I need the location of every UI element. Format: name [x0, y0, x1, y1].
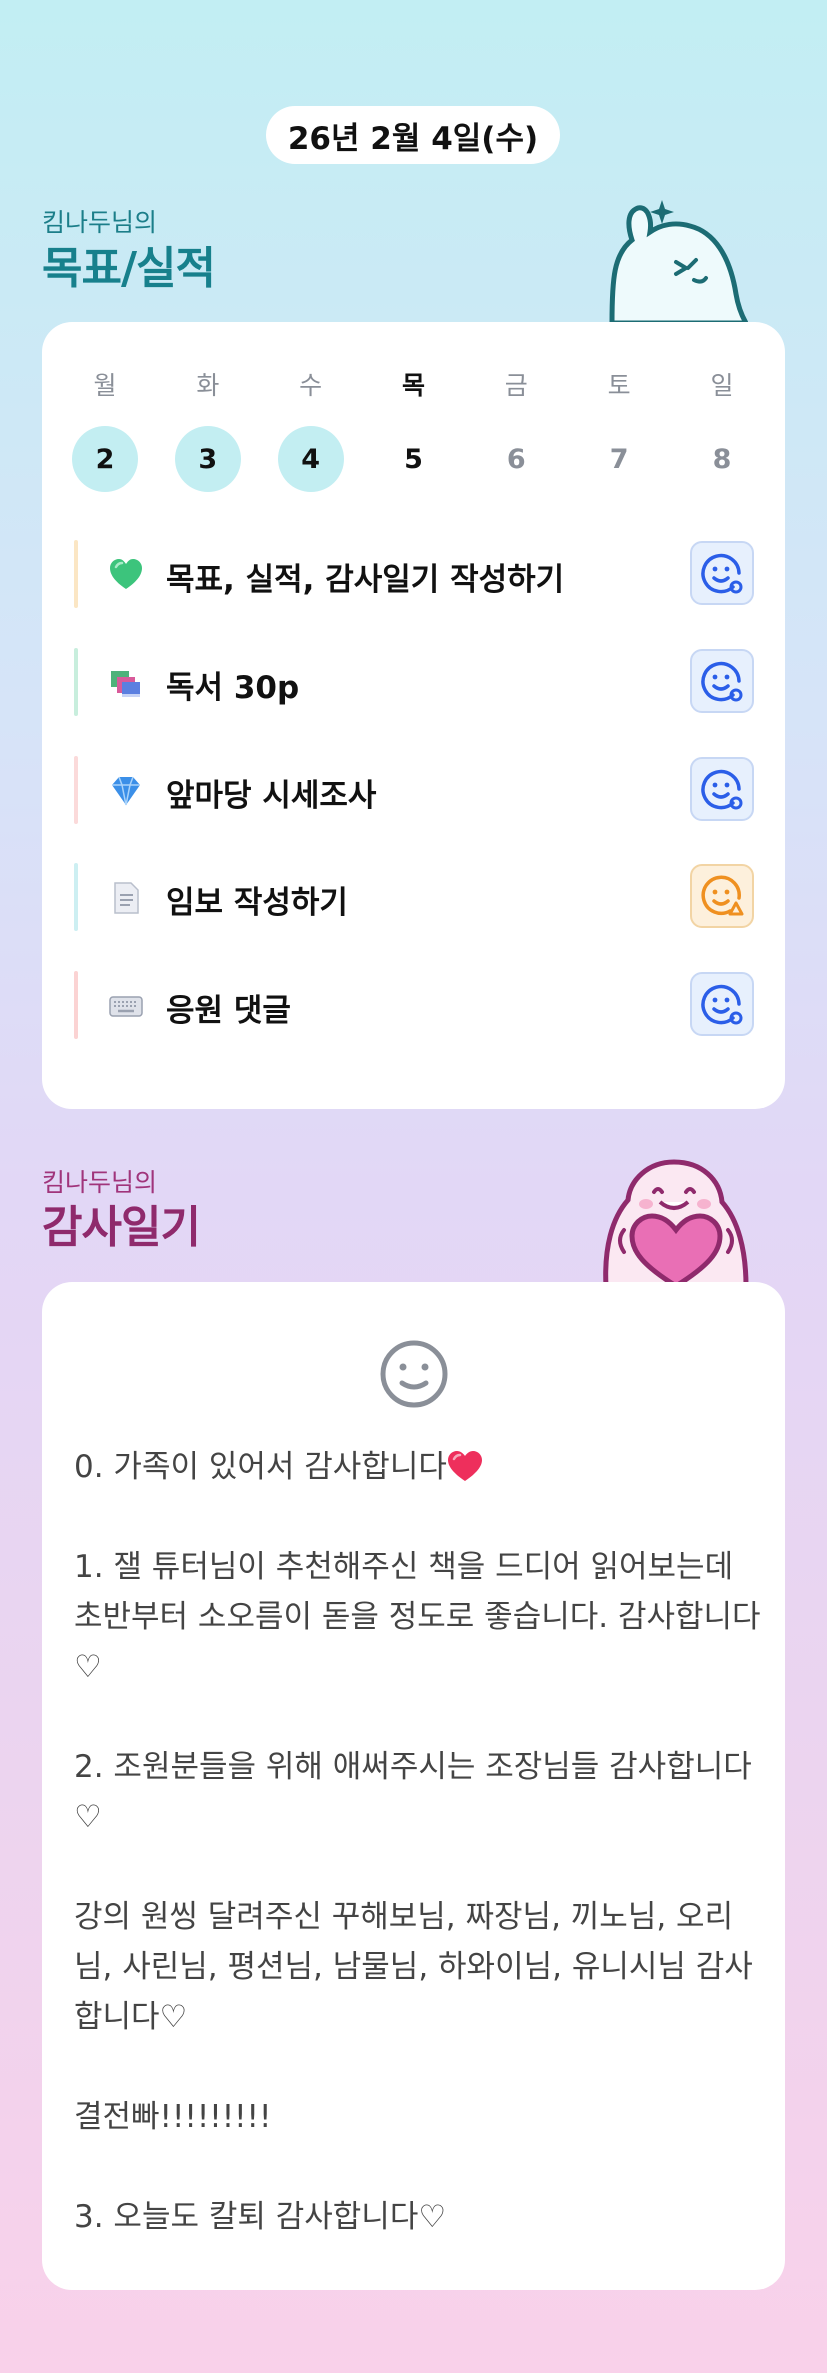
day-tue[interactable]: 화3	[174, 370, 241, 492]
gratitude-entry: 1. 잴 튜터님이 추천해주신 책을 드디어 읽어보는데 초반부터 소오름이 돋…	[74, 1549, 761, 1685]
green-heart-icon	[110, 559, 142, 589]
day-number[interactable]: 4	[277, 426, 344, 492]
goals-section-title: 목표/실적	[42, 243, 216, 294]
gratitude-section-title: 감사일기	[42, 1202, 201, 1253]
week-calendar: 월2 화3 수4 목5 금6 토7 일8	[72, 370, 755, 492]
goal-label: 독서 30p	[166, 670, 300, 706]
heart-mascot-icon	[603, 1159, 749, 1286]
smile-status-icon	[701, 661, 743, 702]
gem-icon	[112, 776, 140, 806]
smile-status-icon	[701, 769, 743, 810]
books-icon	[111, 671, 140, 697]
goal-color-bar	[74, 540, 78, 608]
day-label: 월	[93, 371, 117, 400]
gratitude-entry: 2. 조원분들을 위해 애써주시는 조장님들 감사합니다♡	[74, 1749, 752, 1835]
goal-item[interactable]: 응원 댓글	[74, 971, 754, 1039]
gratitude-text: 0. 가족이 있어서 감사합니다 1. 잴 튜터님이 추천해주신 책을 드디어 …	[74, 1442, 764, 2242]
status-button[interactable]	[690, 649, 754, 713]
day-number[interactable]: 5	[380, 426, 446, 492]
smile-warning-icon	[701, 875, 744, 916]
neutral-smile-icon[interactable]	[377, 1337, 451, 1411]
goal-color-bar	[74, 863, 78, 931]
status-button[interactable]	[690, 972, 754, 1036]
day-number[interactable]: 2	[72, 426, 138, 492]
goal-item[interactable]: 임보 작성하기	[74, 863, 754, 931]
goal-color-bar	[74, 648, 78, 716]
status-button[interactable]	[690, 757, 754, 821]
day-sat[interactable]: 토7	[586, 370, 652, 492]
day-fri[interactable]: 금6	[483, 370, 549, 492]
day-label: 금	[504, 371, 528, 400]
goal-item[interactable]: 앞마당 시세조사	[74, 756, 754, 824]
goal-item[interactable]: 목표, 실적, 감사일기 작성하기	[74, 540, 754, 608]
day-sun[interactable]: 일8	[689, 370, 755, 492]
gratitude-card: 0. 가족이 있어서 감사합니다 1. 잴 튜터님이 추천해주신 책을 드디어 …	[42, 1282, 785, 2290]
goal-label: 앞마당 시세조사	[166, 778, 377, 814]
page-icon	[114, 882, 139, 914]
day-label: 일	[710, 371, 734, 400]
gratitude-entry: 강의 원씽 달려주신 꾸해보님, 짜장님, 끼노님, 오리님, 사린님, 평션님…	[74, 1899, 753, 2035]
gratitude-entry: 결전빠!!!!!!!!!	[74, 2099, 272, 2135]
keyboard-icon	[109, 996, 143, 1017]
goal-label: 목표, 실적, 감사일기 작성하기	[166, 562, 565, 598]
goal-label: 임보 작성하기	[166, 885, 348, 921]
day-label: 토	[607, 371, 631, 400]
gratitude-entry: 0. 가족이 있어서 감사합니다	[74, 1442, 764, 1492]
day-label: 목	[401, 371, 425, 400]
day-mon[interactable]: 월2	[72, 370, 138, 492]
smile-status-icon	[701, 984, 743, 1025]
goal-item[interactable]: 독서 30p	[74, 648, 754, 716]
goal-label: 응원 댓글	[166, 993, 291, 1029]
smile-status-icon	[701, 553, 743, 594]
status-button[interactable]	[690, 864, 754, 928]
goal-color-bar	[74, 971, 78, 1039]
goal-color-bar	[74, 756, 78, 824]
day-label: 화	[196, 371, 220, 400]
gratitude-entry: 3. 오늘도 칼퇴 감사합니다♡	[74, 2199, 447, 2235]
day-number[interactable]: 8	[689, 426, 755, 492]
day-thu[interactable]: 목5	[380, 370, 446, 492]
ghost-mascot-icon	[609, 200, 748, 323]
red-heart-icon	[447, 1451, 482, 1481]
day-number[interactable]: 3	[174, 426, 241, 492]
day-label: 수	[299, 371, 323, 400]
date-label: 26년 2월 4일(수)	[266, 106, 560, 164]
goals-card: 월2 화3 수4 목5 금6 토7 일8 목표, 실적, 감사일기 작성하기 독…	[42, 322, 785, 1109]
day-number[interactable]: 7	[586, 426, 652, 492]
status-button[interactable]	[690, 541, 754, 605]
day-number[interactable]: 6	[483, 426, 549, 492]
day-wed[interactable]: 수4	[277, 370, 344, 492]
